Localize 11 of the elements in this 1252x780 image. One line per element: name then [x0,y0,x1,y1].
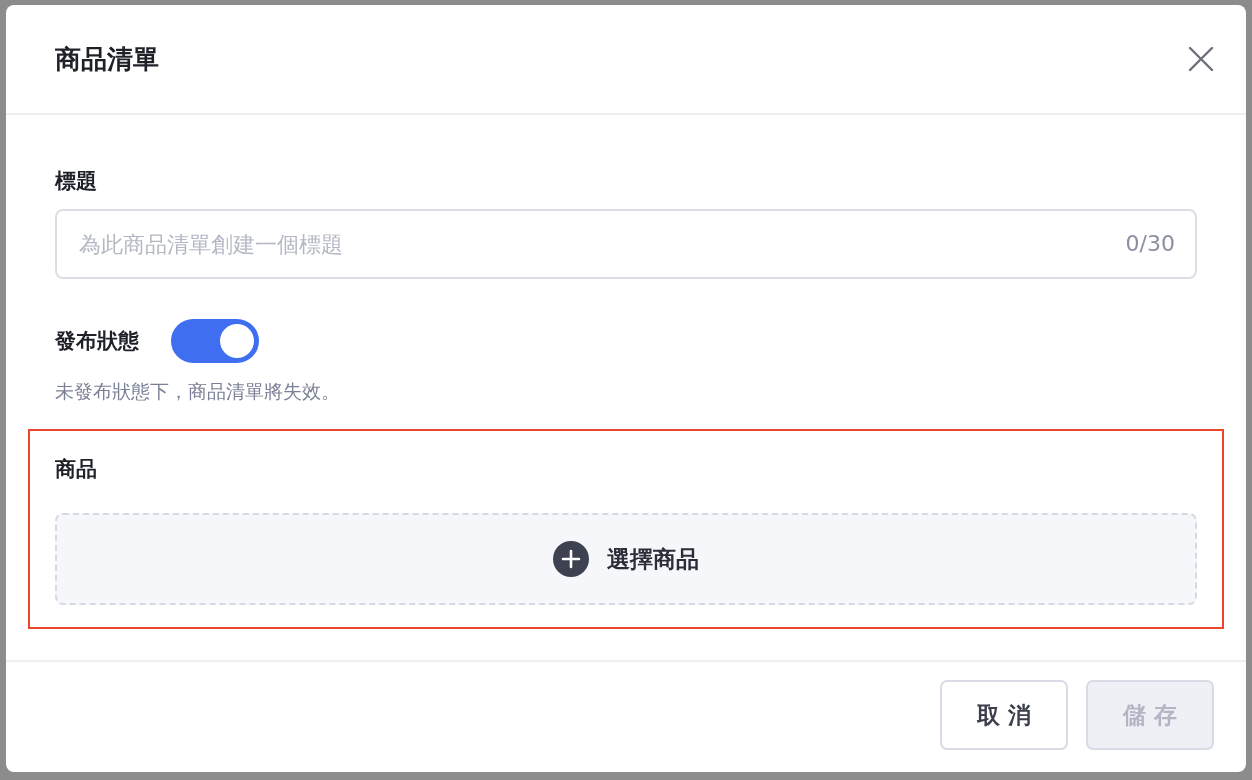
hint-text: 未發布狀態下，商品清單將失效。 [55,379,341,404]
publish-toggle[interactable] [171,319,259,363]
select-products-button[interactable]: 選擇商品 [55,513,1197,605]
close-icon[interactable] [1186,44,1216,74]
field-label: 發布狀態 [55,328,139,355]
plus-icon [553,541,589,577]
character-counter: 0/30 [1125,231,1175,256]
field-label: 商品 [55,457,97,481]
field-label: 標題 [55,168,98,195]
cancel-button[interactable]: 取 消 [940,680,1068,750]
dialog-title: 商品清單 [55,42,159,76]
